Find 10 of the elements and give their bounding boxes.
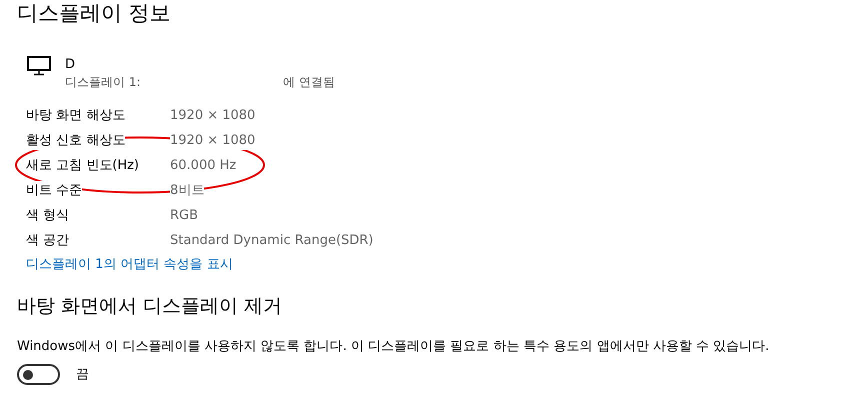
section-heading: 바탕 화면에서 디스플레이 제거 — [17, 294, 284, 318]
connection-status: 에 연결됨 — [283, 74, 335, 91]
monitor-icon — [27, 56, 51, 76]
page-title: 디스플레이 정보 — [17, 0, 172, 26]
toggle-switch[interactable] — [17, 364, 60, 385]
display-subtitle: 디스플레이 1: — [65, 74, 140, 91]
display-name: D — [65, 56, 76, 73]
section-description: Windows에서 이 디스플레이를 사용하지 않도록 합니다. 이 디스플레이를 필요로 하는 특수 용도의 앱에서만 사용할 수 있습니다. — [17, 338, 770, 356]
toggle-label: 끔 — [76, 366, 89, 384]
adapter-properties-link[interactable]: 디스플레이 1의 어댑터 속성을 표시 — [26, 255, 233, 274]
